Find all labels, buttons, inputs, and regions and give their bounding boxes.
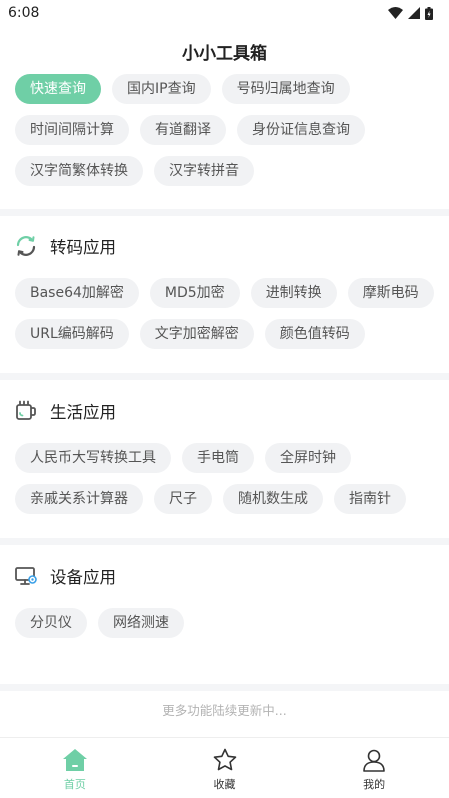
- chip-pinyin-convert[interactable]: 汉字转拼音: [154, 156, 254, 186]
- signal-icon: [408, 7, 420, 19]
- device-section: 设备应用 分贝仪 网络测速: [0, 561, 449, 638]
- query-section: 快速查询 国内IP查询 号码归属地查询 时间间隔计算 有道翻译 身份证信息查询 …: [0, 74, 449, 186]
- chip-youdao-translate[interactable]: 有道翻译: [140, 115, 226, 145]
- battery-icon: [425, 6, 433, 20]
- wifi-icon: [388, 7, 403, 19]
- chip-ruler[interactable]: 尺子: [154, 484, 212, 514]
- bottom-tab-bar: 首页 收藏 我的: [0, 737, 449, 798]
- chip-phone-location[interactable]: 号码归属地查询: [221, 74, 350, 104]
- chip-radix-convert[interactable]: 进制转换: [250, 278, 337, 308]
- section-header: 转码应用: [0, 231, 449, 261]
- chip-id-card-query[interactable]: 身份证信息查询: [237, 115, 365, 145]
- tab-label: 首页: [63, 778, 86, 791]
- tab-home[interactable]: 首页: [0, 738, 150, 798]
- chip-time-interval[interactable]: 时间间隔计算: [15, 115, 129, 145]
- scroll-mask: [0, 62, 449, 74]
- chip-quick-query[interactable]: 快速查询: [15, 74, 101, 104]
- tab-profile[interactable]: 我的: [299, 738, 449, 798]
- chip-row: 时间间隔计算 有道翻译 身份证信息查询: [0, 115, 449, 145]
- status-bar: 6:08: [0, 0, 449, 26]
- chip-row: 汉字简繁体转换 汉字转拼音: [0, 156, 449, 186]
- section-divider: [0, 209, 449, 216]
- chip-row: 亲戚关系计算器 尺子 随机数生成 指南针: [0, 484, 449, 514]
- chip-random-number[interactable]: 随机数生成: [223, 484, 323, 514]
- chip-row: URL编码解码 文字加密解密 颜色值转码: [0, 319, 449, 349]
- chip-rmb-uppercase[interactable]: 人民币大写转换工具: [15, 443, 171, 473]
- chip-flashlight[interactable]: 手电筒: [182, 443, 254, 473]
- chip-fullscreen-clock[interactable]: 全屏时钟: [265, 443, 351, 473]
- page-title: 小小工具箱: [182, 43, 267, 64]
- status-time: 6:08: [8, 5, 40, 21]
- tab-label: 我的: [363, 778, 386, 791]
- section-title: 生活应用: [50, 403, 116, 422]
- chip-speed-test[interactable]: 网络测速: [98, 608, 184, 638]
- chip-url-encode[interactable]: URL编码解码: [15, 319, 129, 349]
- section-title: 设备应用: [50, 568, 116, 587]
- section-divider: [0, 684, 449, 691]
- cup-icon: [16, 400, 36, 420]
- chip-md5[interactable]: MD5加密: [149, 278, 240, 308]
- chip-morse-code[interactable]: 摩斯电码: [347, 278, 434, 308]
- section-title: 转码应用: [50, 238, 116, 257]
- section-divider: [0, 538, 449, 545]
- tab-favorites[interactable]: 收藏: [150, 738, 300, 798]
- star-icon: [213, 748, 236, 771]
- home-icon: [62, 749, 87, 771]
- section-header: 设备应用: [0, 561, 449, 591]
- tab-label: 收藏: [213, 778, 236, 791]
- chip-text-encrypt[interactable]: 文字加密解密: [139, 319, 254, 349]
- footer-note: 更多功能陆续更新中...: [162, 703, 287, 718]
- transcode-section: 转码应用 Base64加解密 MD5加密 进制转换 摩斯电码 URL编码解码 文…: [0, 231, 449, 349]
- chip-row: 快速查询 国内IP查询 号码归属地查询: [0, 74, 449, 104]
- chip-simp-trad-convert[interactable]: 汉字简繁体转换: [15, 156, 143, 186]
- status-icons: [388, 6, 433, 20]
- user-icon: [363, 749, 385, 772]
- section-divider: [0, 373, 449, 380]
- monitor-icon: [15, 567, 37, 585]
- chip-row: 分贝仪 网络测速: [0, 608, 449, 638]
- section-header: 生活应用: [0, 396, 449, 426]
- chip-relative-calculator[interactable]: 亲戚关系计算器: [15, 484, 143, 514]
- life-section: 生活应用 人民币大写转换工具 手电筒 全屏时钟 亲戚关系计算器 尺子 随机数生成…: [0, 396, 449, 514]
- chip-base64[interactable]: Base64加解密: [15, 278, 139, 308]
- chip-row: Base64加解密 MD5加密 进制转换 摩斯电码: [0, 278, 449, 308]
- chip-color-convert[interactable]: 颜色值转码: [264, 319, 365, 349]
- chip-ip-query[interactable]: 国内IP查询: [112, 74, 211, 104]
- refresh-icon: [16, 236, 36, 256]
- chip-compass[interactable]: 指南针: [334, 484, 406, 514]
- chip-decibel-meter[interactable]: 分贝仪: [15, 608, 87, 638]
- chip-row: 人民币大写转换工具 手电筒 全屏时钟: [0, 443, 449, 473]
